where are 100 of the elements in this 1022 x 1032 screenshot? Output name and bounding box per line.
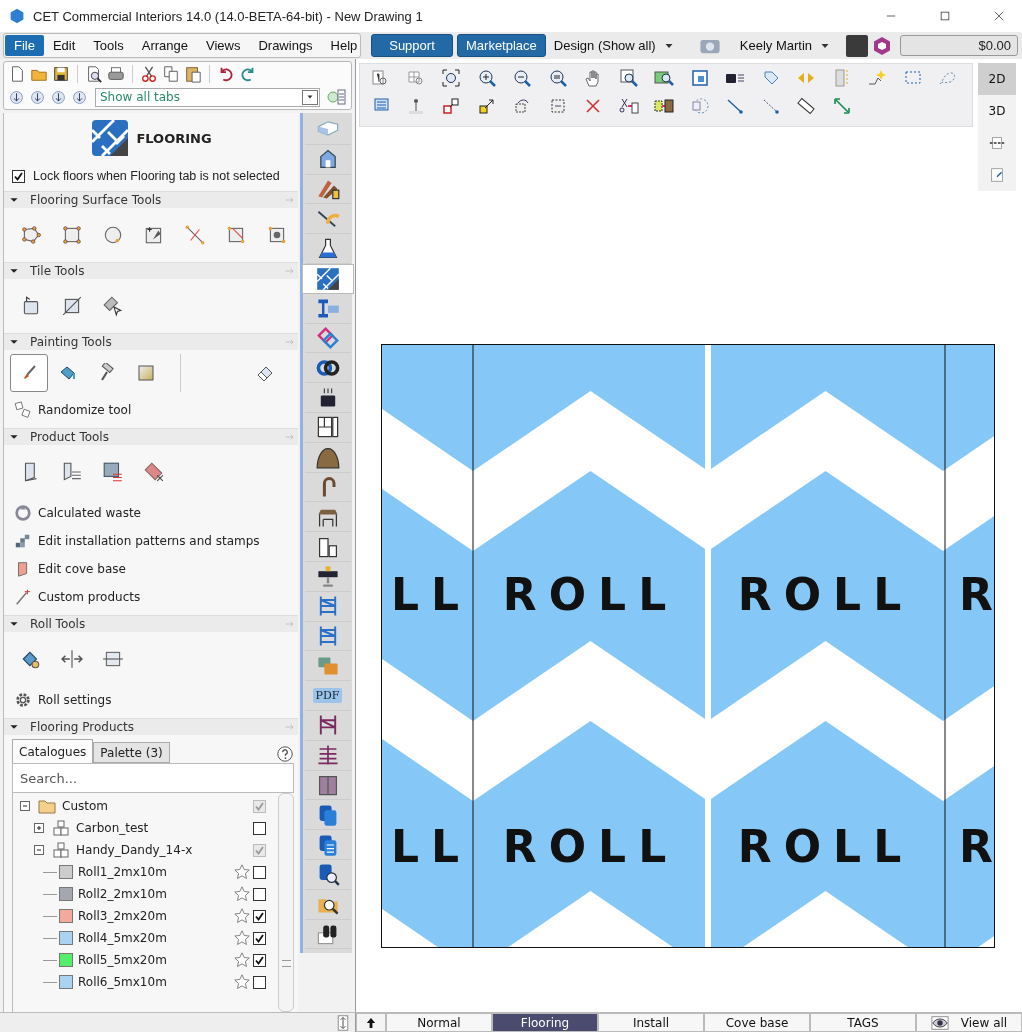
split-arrows-icon[interactable] bbox=[61, 648, 83, 670]
cove-list-icon[interactable] bbox=[61, 461, 83, 483]
square-frame-icon[interactable] bbox=[689, 68, 710, 88]
zoom-window-icon[interactable] bbox=[618, 68, 639, 88]
star-icon[interactable] bbox=[233, 885, 251, 903]
checkbox[interactable] bbox=[253, 909, 266, 923]
rectangle-icon[interactable] bbox=[61, 224, 83, 246]
tool-link[interactable]: Edit cove base bbox=[4, 555, 126, 583]
tab[interactable]: Palette (3) bbox=[93, 742, 170, 763]
star-icon[interactable] bbox=[233, 907, 251, 925]
tree-item[interactable]: Roll1_2mx10m bbox=[43, 861, 266, 883]
tree-item[interactable]: Roll4_5mx20m bbox=[43, 927, 266, 949]
checkbox[interactable] bbox=[253, 975, 266, 989]
tab[interactable]: Catalogues bbox=[12, 739, 94, 763]
section-header[interactable]: Flooring Surface Tools bbox=[4, 191, 298, 208]
floppy-icon[interactable] bbox=[52, 65, 70, 83]
menu-item[interactable]: Views bbox=[196, 35, 250, 56]
menu-item[interactable]: Tools bbox=[84, 35, 133, 56]
polygon-icon[interactable] bbox=[20, 224, 42, 246]
tree-item[interactable]: Roll6_5mx10m bbox=[43, 971, 266, 993]
zoom-out-icon[interactable] bbox=[512, 68, 532, 88]
preview-icon[interactable] bbox=[85, 65, 103, 83]
star-icon[interactable] bbox=[233, 951, 251, 969]
circle-icon[interactable] bbox=[102, 224, 124, 246]
tile-scissors-icon[interactable] bbox=[143, 461, 165, 483]
checkbox[interactable] bbox=[253, 799, 266, 813]
checkbox[interactable] bbox=[253, 931, 266, 945]
mode-dropdown[interactable]: Design (Show all) bbox=[549, 38, 680, 53]
view-all-button[interactable]: View all bbox=[916, 1013, 1022, 1032]
checkbox[interactable] bbox=[253, 953, 266, 967]
checkbox[interactable] bbox=[12, 169, 25, 183]
tree-item[interactable]: Handy_Dandy_14-x bbox=[29, 839, 266, 861]
scrollbar[interactable] bbox=[278, 793, 294, 1012]
star-icon[interactable] bbox=[233, 863, 251, 881]
tool-link[interactable]: Randomize tool bbox=[4, 396, 132, 424]
zoom-extents-icon[interactable] bbox=[441, 68, 461, 88]
checkbox[interactable] bbox=[253, 821, 266, 835]
layer-tab[interactable]: TAGS bbox=[810, 1013, 916, 1032]
side-tab[interactable] bbox=[301, 264, 354, 294]
search-field[interactable]: Search... bbox=[12, 763, 294, 793]
tool-button[interactable] bbox=[10, 354, 48, 392]
view-mode-button[interactable]: 2D bbox=[978, 63, 1016, 95]
up-button[interactable] bbox=[356, 1013, 386, 1032]
section-header[interactable]: Tile Tools bbox=[4, 262, 298, 279]
layer-tab[interactable]: Cove base bbox=[704, 1013, 810, 1032]
layer-tab[interactable]: Install bbox=[598, 1013, 704, 1032]
help-icon[interactable] bbox=[276, 745, 294, 763]
section-header[interactable]: Product Tools bbox=[4, 428, 298, 445]
hexagon-logo-icon[interactable] bbox=[872, 35, 892, 56]
checkbox[interactable] bbox=[253, 887, 266, 901]
tile-cursor-icon[interactable] bbox=[102, 295, 124, 317]
layer-tab[interactable]: Flooring bbox=[492, 1013, 598, 1032]
view-mode-button[interactable]: 3D bbox=[978, 95, 1016, 127]
scissors-icon[interactable] bbox=[140, 65, 158, 83]
menu-item[interactable]: Help bbox=[321, 35, 367, 56]
header-button[interactable]: Marketplace bbox=[457, 34, 546, 57]
grid-zoom-icon[interactable] bbox=[405, 68, 426, 88]
tool-link[interactable]: Edit installation patterns and stamps bbox=[4, 527, 260, 555]
zoom-fit-icon[interactable] bbox=[547, 68, 568, 88]
tree-item[interactable]: Custom bbox=[15, 795, 266, 817]
down-arrow-circle-icon[interactable] bbox=[71, 88, 88, 106]
checkbox[interactable] bbox=[253, 865, 266, 879]
lock-floors-option[interactable]: Lock floors when Flooring tab is not selected bbox=[4, 159, 298, 191]
menu-item[interactable]: Edit bbox=[43, 35, 85, 56]
avatar[interactable] bbox=[846, 34, 868, 57]
down-arrow-circle-icon[interactable] bbox=[50, 88, 67, 106]
star-icon[interactable] bbox=[233, 929, 251, 947]
section-header[interactable]: Flooring Products bbox=[4, 718, 298, 735]
list-arrow-icon[interactable] bbox=[327, 87, 347, 107]
user-menu[interactable]: Keely Martin bbox=[735, 38, 836, 53]
rect-slash-icon[interactable] bbox=[225, 224, 247, 246]
sparkle-icon[interactable] bbox=[867, 68, 887, 88]
layer-tab[interactable]: Normal bbox=[386, 1013, 492, 1032]
resize-vertical-icon[interactable] bbox=[335, 1014, 351, 1031]
side-tab[interactable]: PDF bbox=[304, 681, 351, 711]
scissors-page-icon[interactable] bbox=[618, 96, 639, 116]
star-icon[interactable] bbox=[233, 973, 251, 991]
tree-item[interactable]: Carbon_test bbox=[29, 817, 266, 839]
menu-item[interactable]: File bbox=[5, 35, 44, 56]
down-arrow-circle-icon[interactable] bbox=[8, 88, 25, 106]
tree-item[interactable]: Roll3_2mx20m bbox=[43, 905, 266, 927]
pattern-list-icon[interactable] bbox=[102, 461, 124, 483]
printer-icon[interactable] bbox=[107, 65, 125, 83]
tab-filter-select[interactable]: Show all tabs bbox=[95, 87, 320, 107]
section-header[interactable]: Roll Tools bbox=[4, 615, 298, 632]
zoom-in-icon[interactable] bbox=[476, 68, 497, 88]
square-slash-icon[interactable] bbox=[61, 295, 83, 317]
tree-item[interactable]: Roll2_2mx10m bbox=[43, 883, 266, 905]
menu-item[interactable]: Drawings bbox=[249, 35, 322, 56]
tool-link[interactable]: Calculated waste bbox=[4, 499, 141, 527]
scale-squares-icon[interactable] bbox=[441, 96, 461, 116]
frame-film-icon[interactable] bbox=[654, 96, 674, 116]
section-header[interactable]: Painting Tools bbox=[4, 333, 298, 350]
tool-link[interactable]: Roll settings bbox=[4, 686, 112, 714]
tree-item[interactable]: Roll5_5mx20m bbox=[43, 949, 266, 971]
header-button[interactable]: Support bbox=[371, 34, 453, 57]
menu-item[interactable]: Arrange bbox=[132, 35, 197, 56]
checkbox[interactable] bbox=[253, 843, 266, 857]
tool-link[interactable]: Custom products bbox=[4, 583, 141, 611]
cut-line-icon[interactable] bbox=[184, 224, 206, 246]
